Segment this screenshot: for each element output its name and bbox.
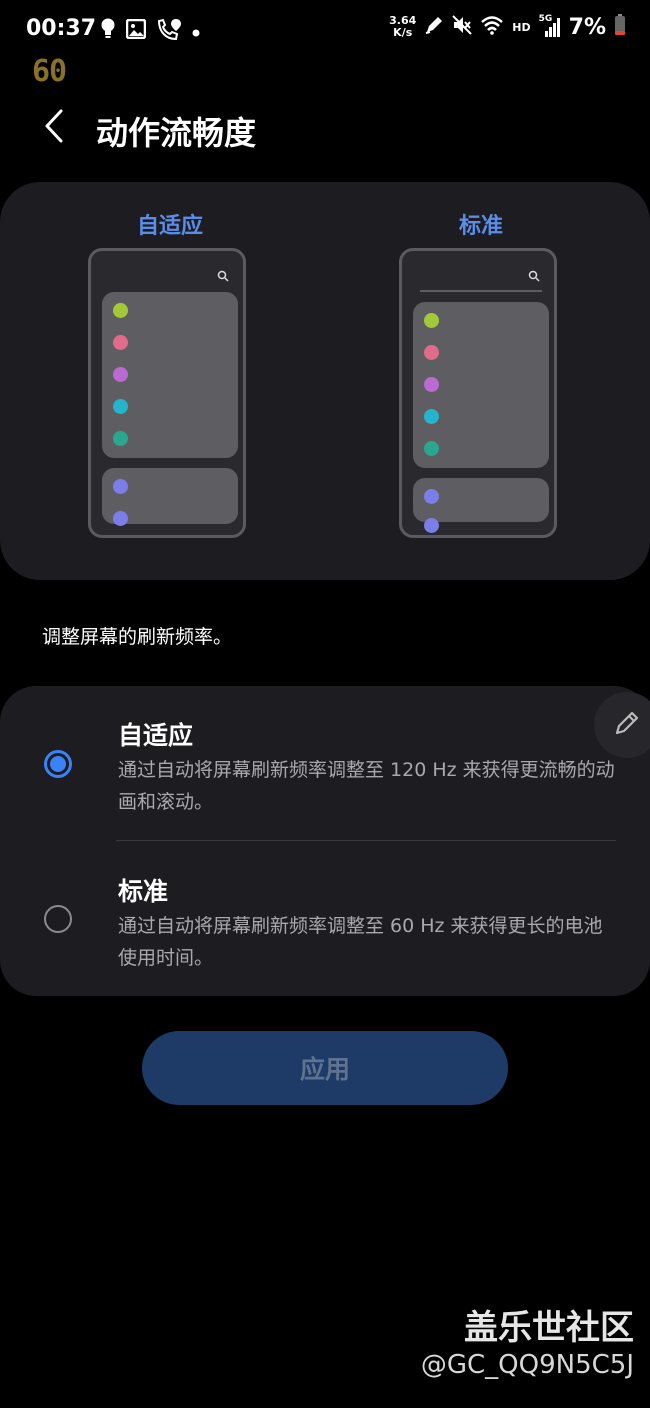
preview-phone-standard [399, 248, 557, 538]
preview-dot [113, 399, 128, 414]
status-left-icons [100, 18, 200, 44]
option-standard[interactable]: 标准 通过自动将屏幕刷新频率调整至 60 Hz 来获得更长的电池使用时间。 [0, 856, 650, 986]
back-button[interactable] [36, 106, 72, 150]
preview-dot [113, 479, 128, 494]
battery-icon [614, 14, 626, 40]
status-time: 00:37 [26, 16, 97, 41]
preview-dot [424, 518, 439, 533]
preview-dot [424, 489, 439, 504]
preview-dot [424, 441, 439, 456]
preview-list-panel-2 [413, 478, 549, 533]
preview-list-panel [102, 292, 238, 458]
option-title-standard: 标准 [118, 877, 169, 906]
preview-dot [424, 377, 439, 392]
battery-percent: 7% [568, 14, 606, 40]
preview-card: 自适应 标准 [0, 182, 650, 580]
signal-icon: 5G [539, 14, 561, 38]
options-divider [116, 840, 616, 841]
preview-list-panel [413, 302, 549, 468]
preview-label-standard: 标准 [458, 214, 503, 239]
network-label: HD [512, 20, 531, 34]
phone-location-icon [156, 18, 182, 44]
chevron-left-icon [43, 109, 65, 147]
net-speed: 3.64 K/s [389, 14, 417, 39]
search-icon [528, 267, 540, 286]
option-adaptive[interactable]: 自适应 通过自动将屏幕刷新频率调整至 120 Hz 来获得更流畅的动画和滚动。 [0, 700, 615, 834]
apply-button[interactable]: 应用 [142, 1031, 508, 1105]
preview-dot [113, 511, 128, 526]
preview-dot [424, 409, 439, 424]
watermark-user: @GC_QQ9N5C5J [420, 1350, 634, 1380]
preview-dot [113, 335, 128, 350]
preview-dot [424, 345, 439, 360]
preview-search-bar [420, 290, 542, 292]
preview-dot [113, 431, 128, 446]
status-right: 3.64 K/s HD 5G 7% [389, 14, 626, 40]
pencil-icon [612, 708, 642, 742]
pen-icon [424, 15, 444, 39]
option-desc-standard: 通过自动将屏幕刷新频率调整至 60 Hz 来获得更长的电池使用时间。 [118, 915, 603, 969]
radio-adaptive[interactable] [44, 750, 72, 778]
bulb-icon [100, 18, 116, 44]
preview-dot [113, 367, 128, 382]
preview-dot [113, 303, 128, 318]
description-text: 调整屏幕的刷新频率。 [42, 626, 233, 648]
page-title: 动作流畅度 [96, 114, 257, 152]
fps-overlay: 60 [32, 54, 67, 89]
preview-list-panel-2 [102, 468, 238, 526]
image-icon [125, 18, 147, 43]
mute-icon [452, 15, 473, 39]
search-icon [217, 267, 229, 286]
dot-icon [192, 22, 200, 41]
preview-dot [424, 313, 439, 328]
wifi-icon [480, 15, 504, 39]
option-desc-adaptive: 通过自动将屏幕刷新频率调整至 120 Hz 来获得更流畅的动画和滚动。 [118, 759, 615, 813]
radio-standard[interactable] [44, 905, 72, 933]
option-title-adaptive: 自适应 [118, 721, 194, 750]
preview-label-adaptive: 自适应 [136, 214, 203, 239]
watermark-title: 盖乐世社区 [464, 1308, 634, 1348]
preview-phone-adaptive [88, 248, 246, 538]
